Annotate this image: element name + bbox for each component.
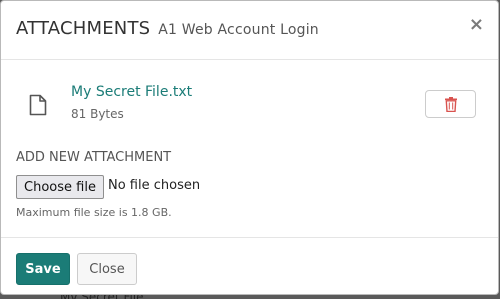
close-icon[interactable]: × [469, 15, 484, 35]
attachment-file-size: 81 Bytes [71, 107, 124, 121]
modal-subtitle: A1 Web Account Login [158, 22, 319, 38]
add-new-attachment-label: ADD NEW ATTACHMENT [16, 150, 172, 165]
file-icon [29, 94, 47, 116]
modal-title: ATTACHMENTS A1 Web Account Login [16, 18, 319, 39]
modal-title-text: ATTACHMENTS [16, 18, 151, 39]
modal-footer: Save Close [1, 237, 498, 294]
delete-attachment-button[interactable] [425, 90, 476, 118]
attachment-file-name[interactable]: My Secret File.txt [71, 84, 192, 100]
modal-header: ATTACHMENTS A1 Web Account Login × [1, 1, 498, 60]
close-button[interactable]: Close [77, 253, 137, 285]
max-file-size-note: Maximum file size is 1.8 GB. [16, 206, 172, 219]
attachments-modal: ATTACHMENTS A1 Web Account Login × My Se… [0, 0, 499, 295]
choose-file-button[interactable]: Choose file [16, 175, 104, 199]
trash-icon [444, 96, 457, 112]
no-file-chosen-text: No file chosen [108, 178, 201, 193]
attachment-row: My Secret File.txt 81 Bytes [1, 61, 498, 141]
save-button[interactable]: Save [16, 253, 70, 285]
